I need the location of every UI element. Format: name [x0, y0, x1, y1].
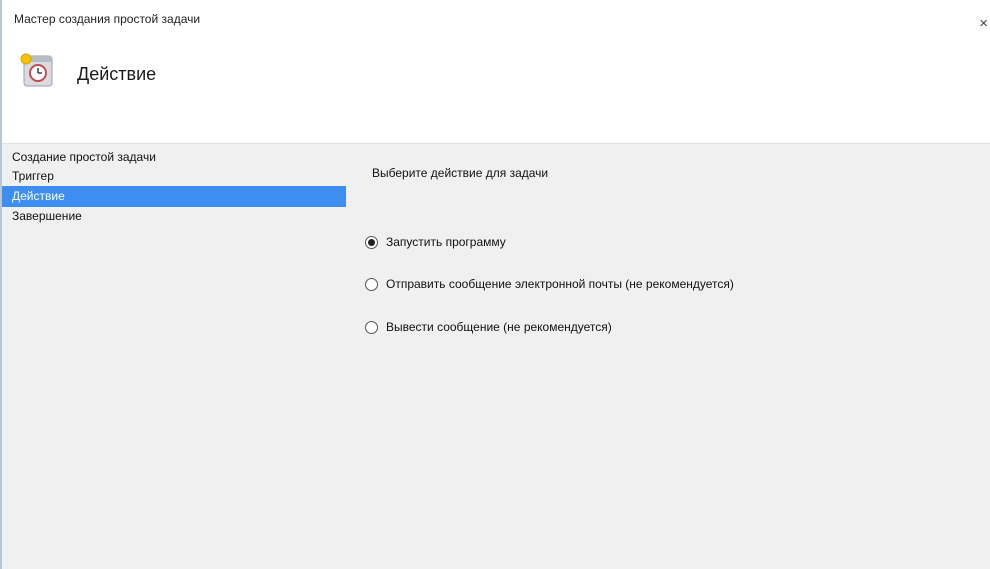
option-start-program[interactable]: Запустить программу: [365, 235, 506, 249]
option-show-message[interactable]: Вывести сообщение (не рекомендуется): [365, 320, 612, 334]
radio-show-message[interactable]: [365, 320, 378, 334]
action-prompt: Выберите действие для задачи: [372, 166, 549, 180]
radio-start-program[interactable]: [365, 235, 378, 249]
step-create-task[interactable]: Создание простой задачи: [2, 148, 346, 167]
page-heading: Действие: [77, 64, 157, 84]
option-label: Отправить сообщение электронной почты (н…: [386, 277, 734, 291]
option-send-email[interactable]: Отправить сообщение электронной почты (н…: [365, 277, 734, 291]
radio-send-email[interactable]: [365, 277, 378, 291]
step-action[interactable]: Действие: [2, 186, 346, 207]
option-label: Вывести сообщение (не рекомендуется): [386, 320, 612, 334]
wizard-steps: Создание простой задачи Триггер Действие…: [2, 148, 346, 226]
window-title: Мастер создания простой задачи: [14, 12, 201, 26]
wizard-window: Мастер создания простой задачи × Действи…: [0, 0, 990, 569]
close-icon[interactable]: ×: [979, 16, 988, 31]
option-label: Запустить программу: [386, 235, 506, 249]
task-scheduler-clock-icon: [20, 53, 53, 87]
step-finish[interactable]: Завершение: [2, 207, 346, 226]
wizard-header: Мастер создания простой задачи × Действи…: [2, 0, 990, 144]
step-trigger[interactable]: Триггер: [2, 167, 346, 186]
